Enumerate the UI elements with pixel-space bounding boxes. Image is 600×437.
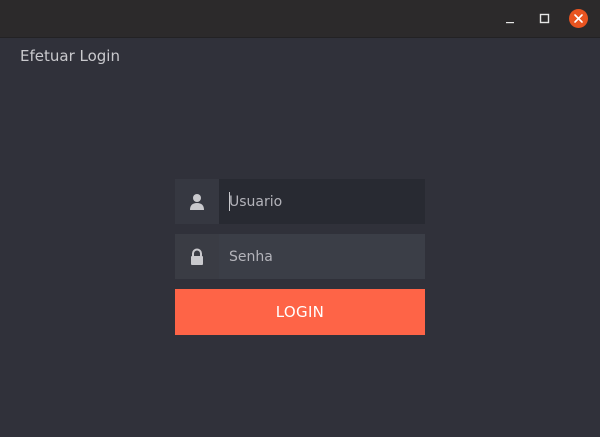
username-field-group: [175, 179, 425, 224]
close-icon: [569, 9, 588, 28]
username-input[interactable]: [219, 179, 425, 224]
login-window: Efetuar Login LOGIN: [0, 0, 600, 437]
username-icon-box: [175, 179, 219, 224]
close-button[interactable]: [569, 9, 588, 28]
minimize-button[interactable]: [501, 9, 521, 29]
user-icon: [190, 193, 204, 210]
minimize-icon: [506, 22, 514, 24]
lock-icon: [191, 248, 203, 265]
password-input[interactable]: [219, 234, 425, 279]
password-icon-box: [175, 234, 219, 279]
password-field-group: [175, 234, 425, 279]
page-title: Efetuar Login: [20, 47, 120, 65]
title-bar: [0, 0, 600, 38]
password-input-box: [219, 234, 425, 279]
username-input-box: [219, 179, 425, 224]
text-caret: [229, 192, 230, 211]
maximize-icon: [539, 13, 550, 24]
maximize-button[interactable]: [535, 9, 555, 29]
login-button[interactable]: LOGIN: [175, 289, 425, 335]
